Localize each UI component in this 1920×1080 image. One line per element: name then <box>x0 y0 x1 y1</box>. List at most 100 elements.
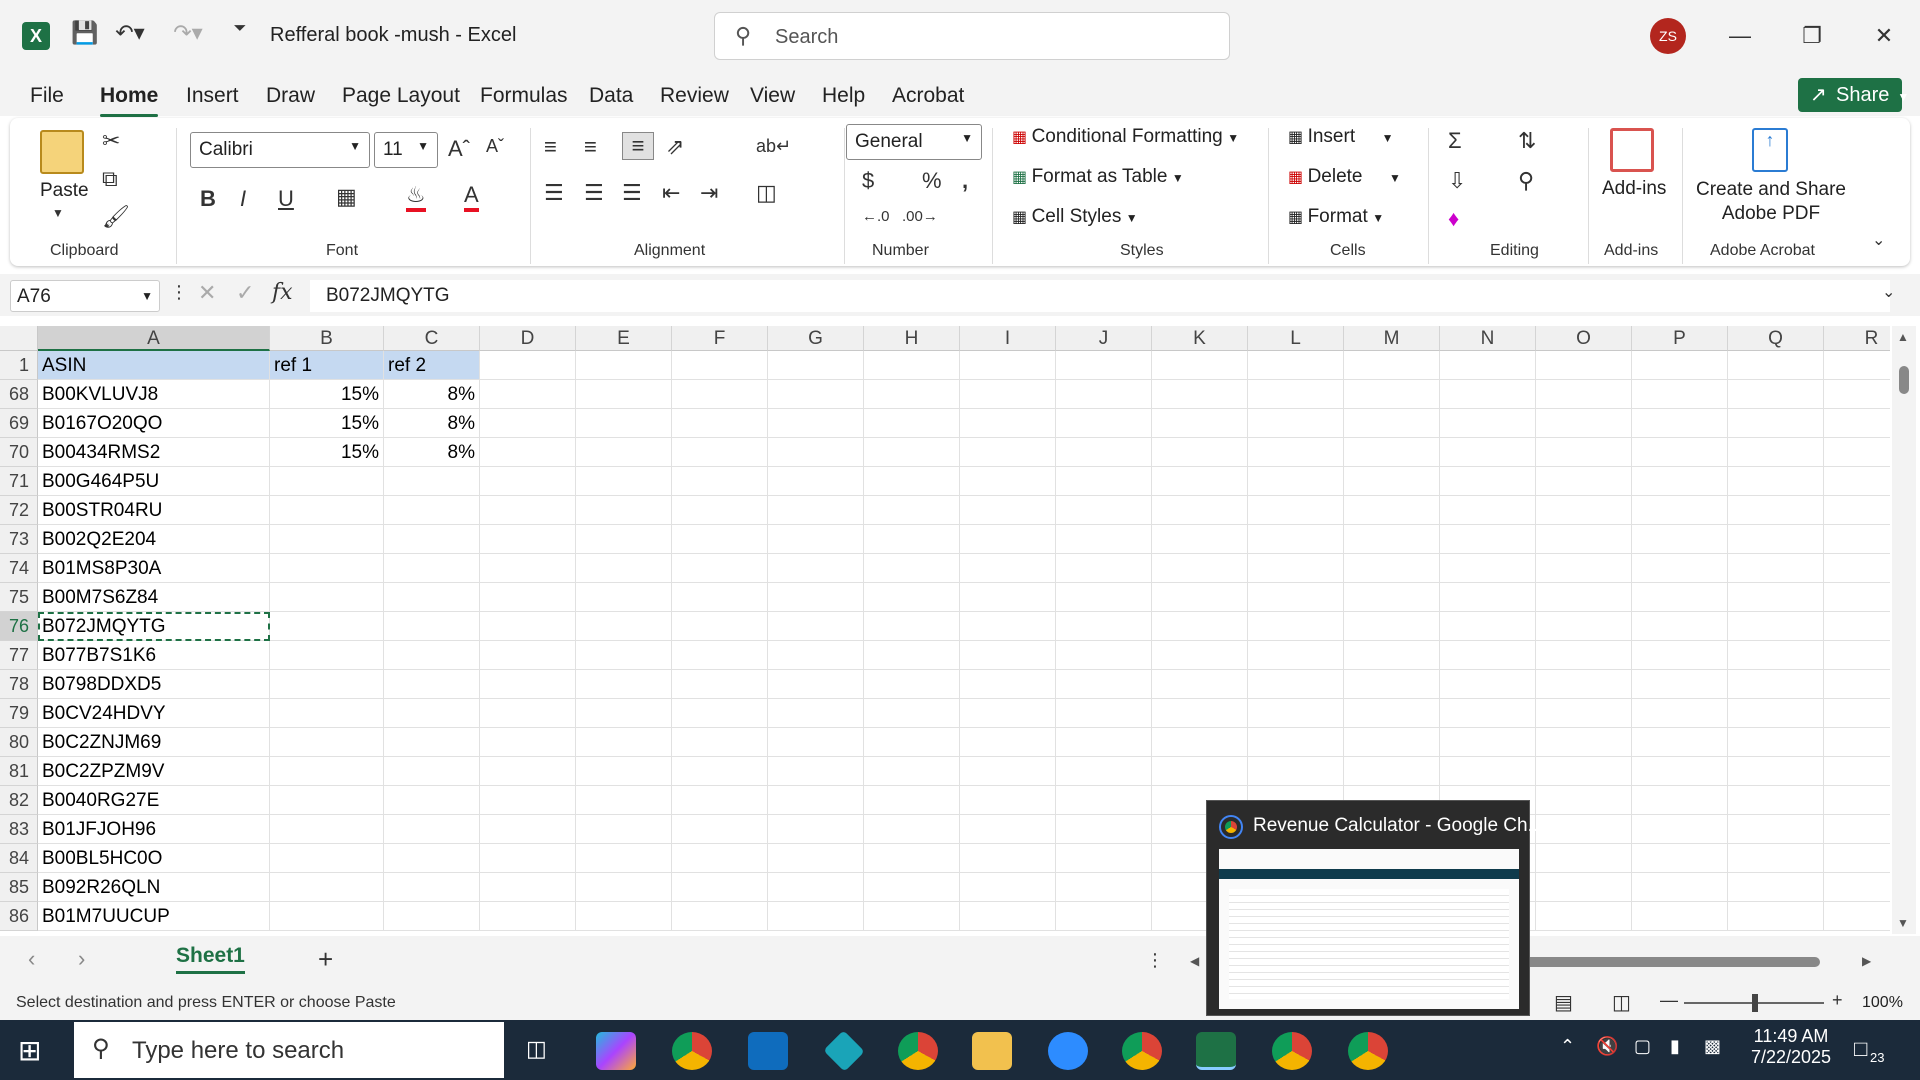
cell-i75[interactable] <box>960 583 1056 612</box>
cell-o84[interactable] <box>1536 844 1632 873</box>
cell-i73[interactable] <box>960 525 1056 554</box>
cell-b74[interactable] <box>270 554 384 583</box>
cell-n73[interactable] <box>1440 525 1536 554</box>
cell-g80[interactable] <box>768 728 864 757</box>
cell-g1[interactable] <box>768 351 864 380</box>
row-header[interactable]: 69 <box>0 409 38 438</box>
cell-r80[interactable] <box>1824 728 1890 757</box>
cell-n77[interactable] <box>1440 641 1536 670</box>
cell-c76[interactable] <box>384 612 480 641</box>
cell-l80[interactable] <box>1248 728 1344 757</box>
cell-d86[interactable] <box>480 902 576 931</box>
cell-d69[interactable] <box>480 409 576 438</box>
column-header-m[interactable]: M <box>1344 326 1440 351</box>
cell-g71[interactable] <box>768 467 864 496</box>
cell-p74[interactable] <box>1632 554 1728 583</box>
select-all-corner[interactable] <box>0 326 38 351</box>
cell-g82[interactable] <box>768 786 864 815</box>
cell-j79[interactable] <box>1056 699 1152 728</box>
cell-p82[interactable] <box>1632 786 1728 815</box>
chrome-active-icon[interactable] <box>1348 1032 1388 1070</box>
cell-a73[interactable]: B002Q2E204 <box>38 525 270 554</box>
cell-g81[interactable] <box>768 757 864 786</box>
chrome-profile-icon[interactable] <box>672 1032 712 1070</box>
cell-i77[interactable] <box>960 641 1056 670</box>
cell-q81[interactable] <box>1728 757 1824 786</box>
cell-styles-button[interactable]: ▦ Cell Styles ▼ <box>1012 206 1138 228</box>
cell-k79[interactable] <box>1152 699 1248 728</box>
zoom-level[interactable]: 100% <box>1862 994 1903 1012</box>
align-top-icon[interactable]: ≡ <box>544 134 557 160</box>
cell-a74[interactable]: B01MS8P30A <box>38 554 270 583</box>
cell-f77[interactable] <box>672 641 768 670</box>
h-scroll-thumb[interactable] <box>1520 957 1820 967</box>
cell-c1[interactable]: ref 2 <box>384 351 480 380</box>
cell-p85[interactable] <box>1632 873 1728 902</box>
increase-font-icon[interactable]: Aˆ <box>448 136 470 162</box>
cell-p84[interactable] <box>1632 844 1728 873</box>
cell-c86[interactable] <box>384 902 480 931</box>
cell-o75[interactable] <box>1536 583 1632 612</box>
tab-page-layout[interactable]: Page Layout <box>342 84 460 108</box>
align-middle-icon[interactable]: ≡ <box>584 134 597 160</box>
column-header-i[interactable]: I <box>960 326 1056 351</box>
cell-d74[interactable] <box>480 554 576 583</box>
wrap-text-icon[interactable]: ab↵ <box>756 136 791 157</box>
cell-o85[interactable] <box>1536 873 1632 902</box>
cell-n79[interactable] <box>1440 699 1536 728</box>
paste-icon[interactable] <box>40 130 84 174</box>
cell-g78[interactable] <box>768 670 864 699</box>
row-header[interactable]: 72 <box>0 496 38 525</box>
scroll-left-icon[interactable]: ◀ <box>1190 954 1199 968</box>
cell-k78[interactable] <box>1152 670 1248 699</box>
undo-icon[interactable]: ↶▾ <box>110 20 150 46</box>
zoom-slider-thumb[interactable] <box>1752 994 1758 1012</box>
cell-b73[interactable] <box>270 525 384 554</box>
cell-c81[interactable] <box>384 757 480 786</box>
taskbar-preview-popup[interactable]: Revenue Calculator - Google Ch... <box>1206 800 1543 1016</box>
format-painter-icon[interactable]: 🖌 <box>102 204 130 230</box>
cell-f69[interactable] <box>672 409 768 438</box>
delete-cells-button[interactable]: ▦ Delete ▼ <box>1288 166 1401 188</box>
cell-q75[interactable] <box>1728 583 1824 612</box>
fill-color-icon[interactable]: ♨ <box>406 182 426 212</box>
cell-m78[interactable] <box>1344 670 1440 699</box>
cell-h72[interactable] <box>864 496 960 525</box>
cancel-icon[interactable]: ✕ <box>198 280 216 306</box>
cell-j72[interactable] <box>1056 496 1152 525</box>
name-box[interactable]: A76 ▼ <box>10 280 160 312</box>
cell-a75[interactable]: B00M7S6Z84 <box>38 583 270 612</box>
cell-f74[interactable] <box>672 554 768 583</box>
cell-i69[interactable] <box>960 409 1056 438</box>
cell-i79[interactable] <box>960 699 1056 728</box>
cell-k70[interactable] <box>1152 438 1248 467</box>
cell-b72[interactable] <box>270 496 384 525</box>
cell-e85[interactable] <box>576 873 672 902</box>
cell-d68[interactable] <box>480 380 576 409</box>
column-header-a[interactable]: A <box>38 326 270 351</box>
cell-o71[interactable] <box>1536 467 1632 496</box>
percent-icon[interactable]: % <box>922 168 942 194</box>
cell-d73[interactable] <box>480 525 576 554</box>
cell-i83[interactable] <box>960 815 1056 844</box>
scroll-down-icon[interactable]: ▼ <box>1897 916 1909 930</box>
avatar[interactable]: ZS <box>1650 18 1686 54</box>
cell-n71[interactable] <box>1440 467 1536 496</box>
scroll-up-icon[interactable]: ▲ <box>1897 330 1909 344</box>
copilot-icon[interactable] <box>596 1032 636 1070</box>
cell-a1[interactable]: ASIN <box>38 351 270 380</box>
cell-h85[interactable] <box>864 873 960 902</box>
cell-o82[interactable] <box>1536 786 1632 815</box>
chrome-icon[interactable] <box>1122 1032 1162 1070</box>
font-size-select[interactable]: 11 ▼ <box>374 132 438 168</box>
cell-r82[interactable] <box>1824 786 1890 815</box>
cell-r79[interactable] <box>1824 699 1890 728</box>
cell-e86[interactable] <box>576 902 672 931</box>
tab-acrobat[interactable]: Acrobat <box>892 84 964 108</box>
tab-formulas[interactable]: Formulas <box>480 84 568 108</box>
cell-a86[interactable]: B01M7UUCUP <box>38 902 270 931</box>
cell-f71[interactable] <box>672 467 768 496</box>
cell-b80[interactable] <box>270 728 384 757</box>
cell-m79[interactable] <box>1344 699 1440 728</box>
column-header-o[interactable]: O <box>1536 326 1632 351</box>
